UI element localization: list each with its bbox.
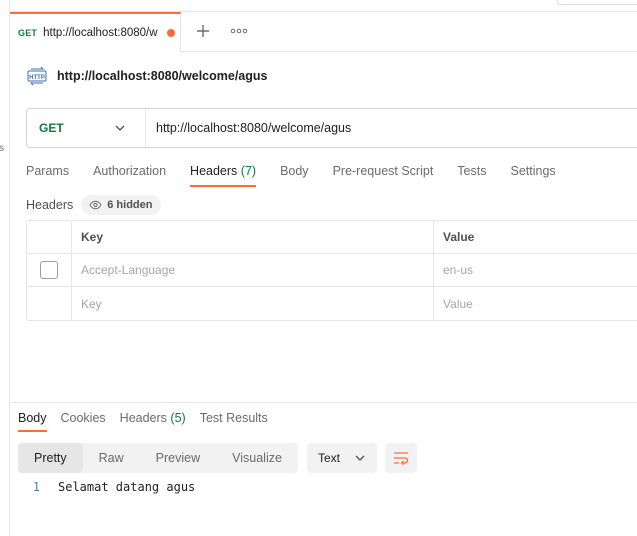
tab-body[interactable]: Body [280, 158, 309, 187]
left-sidebar-edge: s [0, 0, 10, 536]
tab-label: Cookies [60, 411, 106, 425]
tab-label: Pre-request Script [332, 164, 434, 178]
http-icon: HTTP [27, 66, 47, 86]
request-tabs: Params Authorization Headers (7) Body Pr… [26, 158, 580, 188]
table-row-new: Key Value [27, 287, 637, 320]
headers-section-label: Headers 6 hidden [26, 195, 162, 215]
tab-label: Test Results [199, 411, 268, 425]
response-body[interactable]: 1 Selamat datang agus [18, 480, 196, 494]
tab-label: Tests [457, 164, 487, 178]
tab-settings[interactable]: Settings [510, 158, 555, 187]
tab-params[interactable]: Params [26, 158, 69, 187]
response-line: Selamat datang agus [58, 480, 196, 494]
sidebar-edge-glyph: s [0, 143, 4, 154]
chevron-down-icon [355, 455, 365, 461]
top-rule [10, 0, 637, 12]
new-value-input[interactable]: Value [434, 287, 637, 320]
headers-table: Key Value Accept-Language en-us Key Valu… [26, 220, 637, 321]
hidden-count: 6 hidden [107, 199, 153, 211]
response-tab-test-results[interactable]: Test Results [200, 404, 268, 432]
tab-tests[interactable]: Tests [457, 158, 486, 187]
plus-icon[interactable] [192, 20, 214, 42]
tab-headers[interactable]: Headers (7) [190, 158, 257, 187]
url-bar: GET [26, 108, 637, 148]
table-row: Accept-Language en-us [27, 254, 637, 287]
response-tab-body[interactable]: Body [18, 404, 47, 432]
tab-label: Headers [119, 411, 167, 425]
svg-text:HTTP: HTTP [29, 75, 45, 81]
row-checkbox-cell [27, 254, 72, 286]
tab-count: (5) [170, 411, 186, 425]
method-label: GET [39, 121, 64, 135]
url-input[interactable] [146, 109, 637, 147]
tab-label: Settings [510, 164, 556, 178]
chevron-down-icon [115, 125, 125, 131]
header-enable-checkbox[interactable] [40, 261, 58, 279]
view-preview[interactable]: Preview [140, 443, 216, 473]
wrap-lines-button[interactable] [384, 443, 417, 473]
top-corner-box [557, 0, 637, 5]
tab-authorization[interactable]: Authorization [93, 158, 166, 187]
header-key-cell[interactable]: Accept-Language [72, 254, 434, 286]
format-label: Text [317, 451, 340, 465]
column-key: Key [72, 221, 434, 253]
response-tabs: Body Cookies Headers (5) Test Results [18, 404, 282, 432]
column-value: Value [443, 230, 475, 244]
request-tab[interactable]: GET http://localhost:8080/w [10, 12, 181, 52]
table-header-row: Key Value [27, 221, 637, 254]
line-number: 1 [32, 480, 40, 494]
row-checkbox-cell [27, 287, 72, 320]
response-divider[interactable] [10, 402, 637, 403]
request-title[interactable]: http://localhost:8080/welcome/agus [57, 69, 267, 83]
view-visualize[interactable]: Visualize [216, 443, 298, 473]
tab-count: (7) [240, 164, 257, 178]
tab-pre-request-script[interactable]: Pre-request Script [333, 158, 434, 187]
response-view-bar: Pretty Raw Preview Visualize Text [18, 443, 417, 473]
request-title-row: HTTP http://localhost:8080/welcome/agus [26, 63, 267, 89]
more-horizontal-icon[interactable] [228, 20, 250, 42]
tab-label: Headers [190, 164, 238, 178]
tab-url-label: http://localhost:8080/w [43, 27, 158, 39]
view-pretty[interactable]: Pretty [18, 443, 83, 473]
tab-method-badge: GET [18, 28, 38, 38]
tab-label: Authorization [93, 164, 167, 178]
new-key-input[interactable]: Key [72, 287, 434, 320]
tab-label: Body [18, 411, 47, 425]
request-tab-bar: GET http://localhost:8080/w [10, 12, 637, 52]
view-raw[interactable]: Raw [83, 443, 140, 473]
wrap-lines-icon [393, 452, 409, 466]
format-select[interactable]: Text [306, 443, 377, 473]
header-check-column [27, 221, 72, 253]
response-tab-cookies[interactable]: Cookies [61, 404, 106, 432]
unsaved-dot-icon [167, 29, 176, 37]
headers-label: Headers [26, 198, 74, 212]
method-select[interactable]: GET [27, 109, 146, 147]
tab-label: Body [280, 164, 309, 178]
view-mode-segmented: Pretty Raw Preview Visualize [18, 443, 298, 473]
hidden-headers-toggle[interactable]: 6 hidden [81, 195, 162, 215]
header-value-cell[interactable]: en-us [434, 254, 637, 286]
eye-icon [89, 200, 102, 210]
response-tab-headers[interactable]: Headers (5) [120, 404, 186, 432]
tab-label: Params [26, 164, 70, 178]
